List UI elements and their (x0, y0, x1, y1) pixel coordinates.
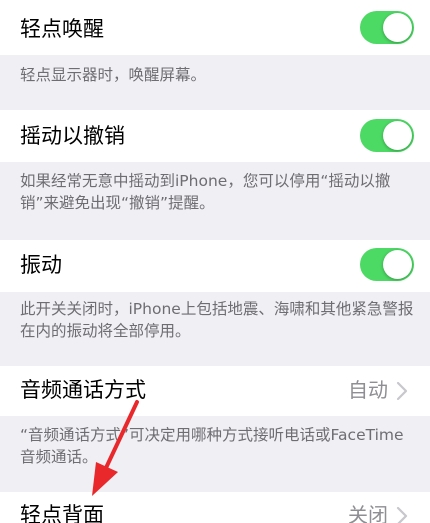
settings-row-back-tap[interactable]: 轻点背面 关闭 (0, 492, 430, 523)
tap-to-wake-toggle[interactable] (360, 11, 414, 44)
settings-row-vibration[interactable]: 振动 (0, 240, 430, 292)
row-label-shake-to-undo: 摇动以撤销 (20, 124, 125, 148)
call-audio-routing-footer: “音频通话方式”可决定用哪种方式接听电话或FaceTime音频通话。 (20, 426, 404, 466)
accessibility-touch-settings-screen: 轻点唤醒 轻点显示器时，唤醒屏幕。 摇动以撤销 如果经常无意中摇动到iPhone… (0, 0, 430, 523)
toggle-knob (383, 250, 412, 279)
settings-row-shake-to-undo[interactable]: 摇动以撤销 (0, 110, 430, 162)
row-label-call-audio-routing: 音频通话方式 (20, 378, 146, 402)
shake-to-undo-footer: 如果经常无意中摇动到iPhone，您可以停用“摇动以撤销”来避免出现“撤销”提醒… (20, 172, 391, 212)
tap-to-wake-footer: 轻点显示器时，唤醒屏幕。 (20, 66, 207, 84)
vibration-footer: 此开关关闭时，iPhone上包括地震、海啸和其他紧急警报在内的振动将全部停用。 (20, 300, 414, 340)
chevron-right-icon (396, 506, 408, 523)
chevron-right-icon (396, 381, 408, 401)
call-audio-routing-value: 自动 (348, 378, 388, 402)
toggle-knob (383, 13, 412, 42)
settings-row-tap-to-wake[interactable]: 轻点唤醒 (0, 0, 430, 55)
row-label-tap-to-wake: 轻点唤醒 (20, 17, 104, 41)
vibration-toggle[interactable] (360, 248, 414, 281)
row-label-vibration: 振动 (20, 253, 62, 277)
toggle-knob (383, 121, 412, 150)
row-label-back-tap: 轻点背面 (20, 503, 104, 523)
back-tap-value: 关闭 (348, 503, 388, 523)
shake-to-undo-toggle[interactable] (360, 119, 414, 152)
settings-row-call-audio-routing[interactable]: 音频通话方式 自动 (0, 366, 430, 416)
